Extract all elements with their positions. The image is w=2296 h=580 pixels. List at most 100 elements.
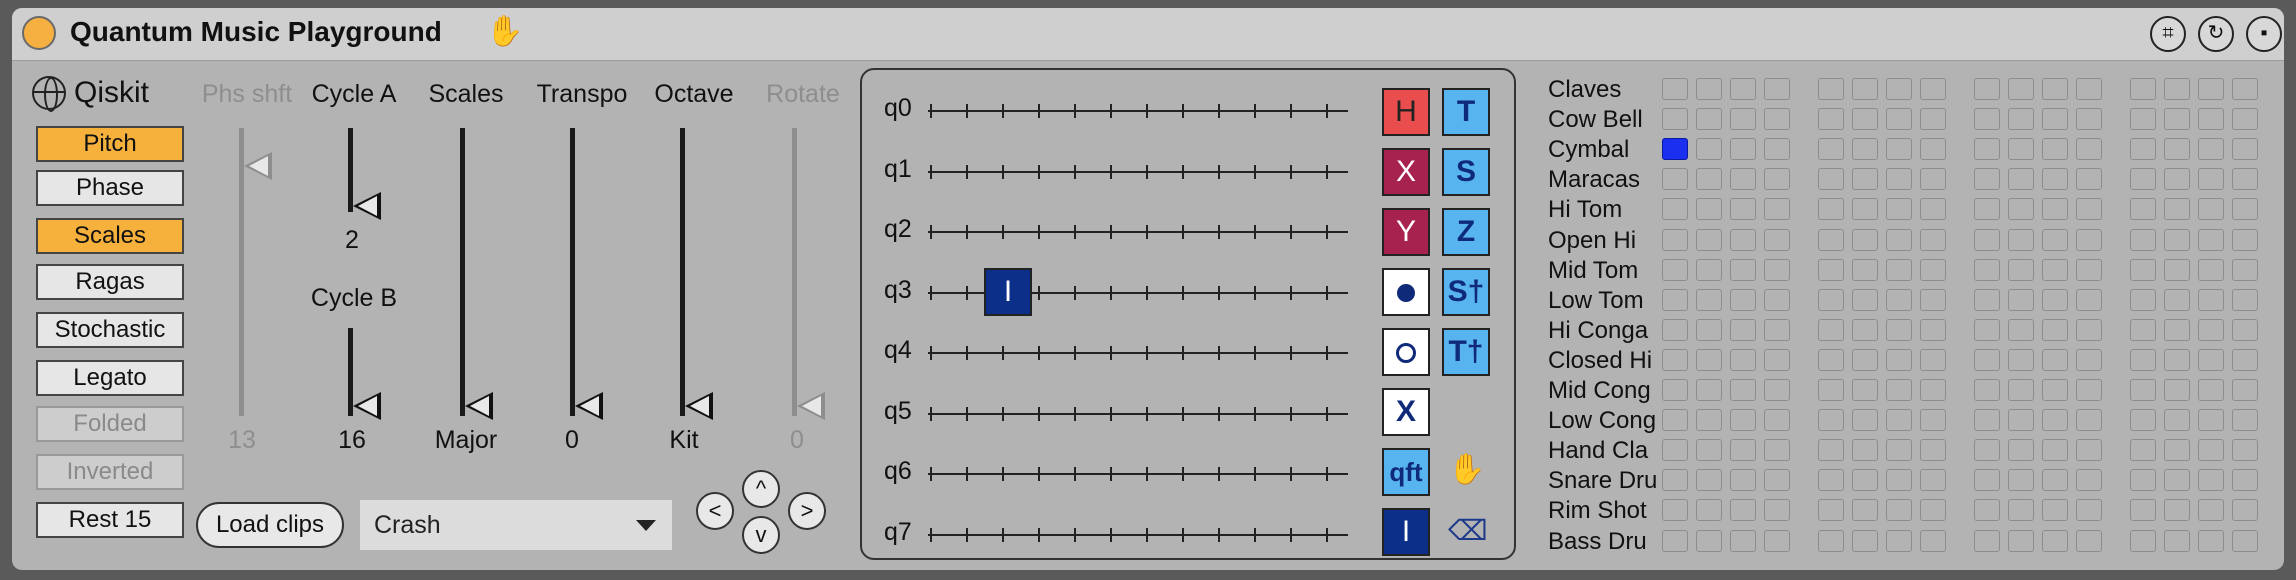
drum-step-cell[interactable] xyxy=(2130,78,2156,100)
drum-step-cell[interactable] xyxy=(1696,409,1722,431)
drum-step-cell[interactable] xyxy=(1818,349,1844,371)
transpo-slider[interactable] xyxy=(570,128,575,416)
drum-step-cell[interactable] xyxy=(2232,379,2258,401)
drum-step-cell[interactable] xyxy=(1730,499,1756,521)
drum-step-cell[interactable] xyxy=(1818,469,1844,491)
mode-button-legato[interactable]: Legato xyxy=(36,360,184,396)
drum-step-cell[interactable] xyxy=(2130,229,2156,251)
drum-step-cell[interactable] xyxy=(1818,439,1844,461)
drum-step-cell[interactable] xyxy=(2164,349,2190,371)
drum-step-cell[interactable] xyxy=(1920,108,1946,130)
drum-step-cell[interactable] xyxy=(1974,289,2000,311)
drum-step-cell[interactable] xyxy=(2232,229,2258,251)
save-icon[interactable]: ▪ xyxy=(2246,16,2282,52)
drum-step-cell[interactable] xyxy=(2042,379,2068,401)
hand-icon[interactable]: ✋ xyxy=(1448,452,1485,487)
drum-step-cell[interactable] xyxy=(1920,259,1946,281)
rotate-thumb[interactable] xyxy=(797,392,825,420)
clip-dropdown[interactable]: Crash xyxy=(360,500,672,550)
drum-step-cell[interactable] xyxy=(2164,530,2190,552)
drum-step-cell[interactable] xyxy=(1730,409,1756,431)
drum-step-cell[interactable] xyxy=(1818,530,1844,552)
drum-step-cell[interactable] xyxy=(1852,469,1878,491)
drum-step-cell[interactable] xyxy=(2076,409,2102,431)
drum-step-cell[interactable] xyxy=(2130,530,2156,552)
drum-step-cell[interactable] xyxy=(2164,469,2190,491)
drum-step-cell[interactable] xyxy=(1730,469,1756,491)
drum-step-cell[interactable] xyxy=(2130,289,2156,311)
drum-step-cell[interactable] xyxy=(2232,439,2258,461)
drum-step-cell[interactable] xyxy=(1764,168,1790,190)
drum-step-cell[interactable] xyxy=(1886,289,1912,311)
drum-step-cell[interactable] xyxy=(1852,198,1878,220)
rotate-slider[interactable] xyxy=(792,128,797,416)
drum-step-cell[interactable] xyxy=(1696,229,1722,251)
drum-step-cell[interactable] xyxy=(1662,499,1688,521)
drum-step-cell[interactable] xyxy=(1886,319,1912,341)
drum-step-cell[interactable] xyxy=(1920,530,1946,552)
drum-step-cell[interactable] xyxy=(1974,198,2000,220)
drum-step-cell[interactable] xyxy=(2076,259,2102,281)
mode-button-ragas[interactable]: Ragas xyxy=(36,264,184,300)
drum-step-cell[interactable] xyxy=(1818,379,1844,401)
drum-step-cell[interactable] xyxy=(2130,349,2156,371)
mode-button-scales[interactable]: Scales xyxy=(36,218,184,254)
drum-step-cell[interactable] xyxy=(1852,439,1878,461)
drum-step-cell[interactable] xyxy=(1730,530,1756,552)
drum-step-cell[interactable] xyxy=(2042,259,2068,281)
cycle-a-thumb[interactable] xyxy=(353,192,381,220)
drum-step-cell[interactable] xyxy=(1920,469,1946,491)
drum-step-cell[interactable] xyxy=(2232,168,2258,190)
x-gate[interactable]: X xyxy=(1382,148,1430,196)
drum-step-cell[interactable] xyxy=(1818,319,1844,341)
drum-step-cell[interactable] xyxy=(2008,289,2034,311)
drum-step-cell[interactable] xyxy=(2198,469,2224,491)
drum-step-cell[interactable] xyxy=(1920,138,1946,160)
drum-step-cell[interactable] xyxy=(2130,379,2156,401)
drum-step-cell[interactable] xyxy=(2008,78,2034,100)
drum-step-cell[interactable] xyxy=(1696,138,1722,160)
anti-control-gate[interactable] xyxy=(1382,328,1430,376)
drum-step-cell[interactable] xyxy=(2164,229,2190,251)
drum-step-cell[interactable] xyxy=(2130,469,2156,491)
tdg-gate[interactable]: T† xyxy=(1442,328,1490,376)
drum-step-cell[interactable] xyxy=(1920,229,1946,251)
drum-step-cell[interactable] xyxy=(2130,259,2156,281)
drum-step-cell[interactable] xyxy=(1852,168,1878,190)
i-gate[interactable]: I xyxy=(1382,508,1430,556)
drum-step-cell[interactable] xyxy=(2130,409,2156,431)
drum-step-cell[interactable] xyxy=(1696,530,1722,552)
drum-step-cell[interactable] xyxy=(2076,108,2102,130)
drum-step-cell[interactable] xyxy=(1662,319,1688,341)
drum-step-cell[interactable] xyxy=(1764,78,1790,100)
nav-up-button[interactable]: ^ xyxy=(742,470,780,508)
drum-step-cell[interactable] xyxy=(2008,138,2034,160)
nav-down-button[interactable]: v xyxy=(742,516,780,554)
drum-step-cell[interactable] xyxy=(2008,229,2034,251)
drum-step-cell[interactable] xyxy=(2198,289,2224,311)
drum-step-cell[interactable] xyxy=(1662,198,1688,220)
drum-step-cell[interactable] xyxy=(1662,349,1688,371)
drum-step-cell[interactable] xyxy=(1852,138,1878,160)
drum-step-cell[interactable] xyxy=(2042,409,2068,431)
drum-step-cell[interactable] xyxy=(2164,168,2190,190)
drum-step-cell[interactable] xyxy=(1764,499,1790,521)
drum-step-cell[interactable] xyxy=(2076,168,2102,190)
drum-step-cell[interactable] xyxy=(1662,108,1688,130)
drum-step-cell[interactable] xyxy=(1886,349,1912,371)
drum-step-cell[interactable] xyxy=(1662,229,1688,251)
drum-step-cell[interactable] xyxy=(1852,530,1878,552)
drum-step-cell[interactable] xyxy=(1730,229,1756,251)
drum-step-cell[interactable] xyxy=(2042,530,2068,552)
drum-step-cell[interactable] xyxy=(1696,439,1722,461)
drum-step-cell[interactable] xyxy=(1974,409,2000,431)
drum-step-cell[interactable] xyxy=(2042,499,2068,521)
drum-step-cell[interactable] xyxy=(2076,138,2102,160)
drum-step-cell[interactable] xyxy=(1920,319,1946,341)
drum-step-cell[interactable] xyxy=(1818,259,1844,281)
drum-step-cell[interactable] xyxy=(1764,259,1790,281)
drum-step-cell[interactable] xyxy=(1730,349,1756,371)
h-gate[interactable]: H xyxy=(1382,88,1430,136)
drum-step-cell[interactable] xyxy=(1852,349,1878,371)
transpo-thumb[interactable] xyxy=(575,392,603,420)
